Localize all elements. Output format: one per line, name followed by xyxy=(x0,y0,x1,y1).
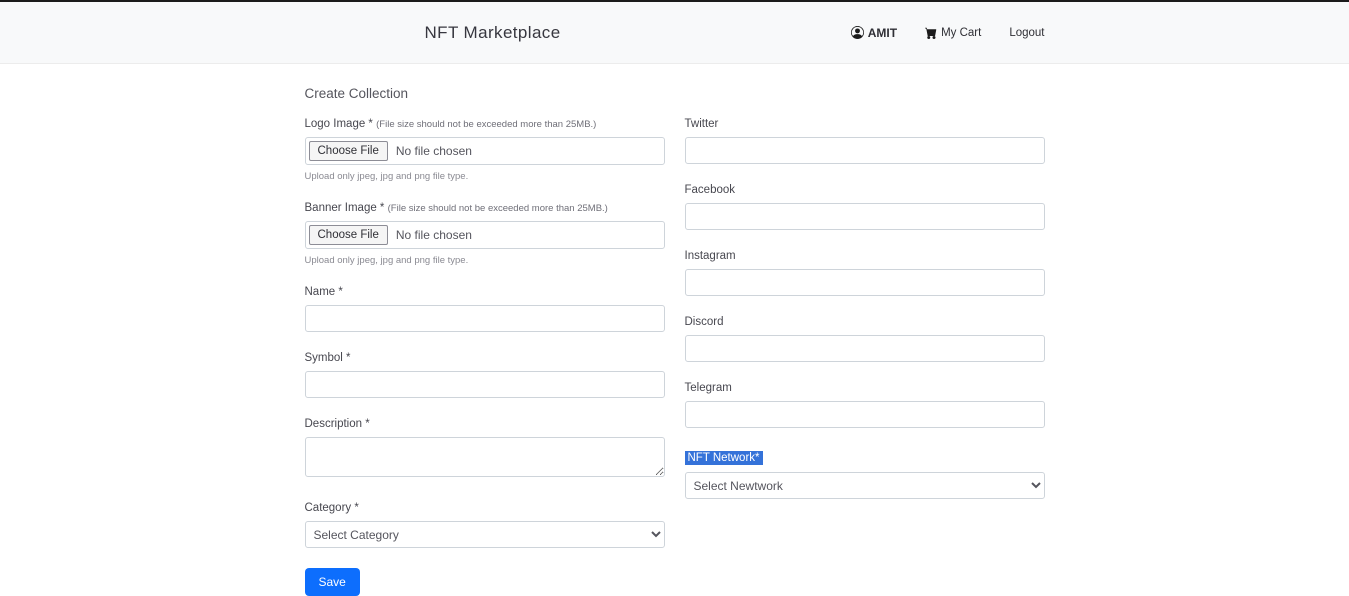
telegram-input[interactable] xyxy=(685,401,1045,428)
logo-image-label-text: Logo Image * xyxy=(305,118,373,130)
facebook-label: Facebook xyxy=(685,184,1045,196)
category-select[interactable]: Select Category xyxy=(305,521,665,548)
logo-filetype-helper: Upload only jpeg, jpg and png file type. xyxy=(305,171,665,182)
nft-network-select[interactable]: Select Newtwork xyxy=(685,472,1045,499)
category-group: Category * Select Category xyxy=(305,502,665,548)
cart-icon xyxy=(925,27,937,39)
description-group: Description * xyxy=(305,418,665,482)
symbol-label: Symbol * xyxy=(305,352,665,364)
person-icon xyxy=(851,26,864,39)
logout-link[interactable]: Logout xyxy=(1009,27,1044,39)
symbol-group: Symbol * xyxy=(305,352,665,398)
logo-image-label: Logo Image * (File size should not be ex… xyxy=(305,118,665,130)
my-cart-link[interactable]: My Cart xyxy=(925,27,981,39)
description-label: Description * xyxy=(305,418,665,430)
twitter-input[interactable] xyxy=(685,137,1045,164)
nft-network-label: NFT Network* xyxy=(685,451,763,465)
facebook-input[interactable] xyxy=(685,203,1045,230)
twitter-group: Twitter xyxy=(685,118,1045,164)
banner-image-label-text: Banner Image * xyxy=(305,202,385,214)
banner-choose-file-button[interactable]: Choose File xyxy=(309,225,388,245)
instagram-label: Instagram xyxy=(685,250,1045,262)
facebook-group: Facebook xyxy=(685,184,1045,230)
save-button[interactable]: Save xyxy=(305,568,360,596)
page-title: Create Collection xyxy=(305,86,1045,101)
user-name: AMIT xyxy=(868,26,897,40)
user-menu[interactable]: AMIT xyxy=(851,26,897,40)
twitter-label: Twitter xyxy=(685,118,1045,130)
instagram-group: Instagram xyxy=(685,250,1045,296)
header-nav: AMIT My Cart Logout xyxy=(851,26,1045,40)
nft-network-group: NFT Network* Select Newtwork xyxy=(685,448,1045,499)
discord-input[interactable] xyxy=(685,335,1045,362)
logo-image-group: Logo Image * (File size should not be ex… xyxy=(305,118,665,182)
symbol-input[interactable] xyxy=(305,371,665,398)
form-left-column: Logo Image * (File size should not be ex… xyxy=(305,118,665,596)
description-textarea[interactable] xyxy=(305,437,665,477)
brand-title[interactable]: NFT Marketplace xyxy=(425,23,561,43)
discord-label: Discord xyxy=(685,316,1045,328)
banner-filetype-helper: Upload only jpeg, jpg and png file type. xyxy=(305,255,665,266)
my-cart-label: My Cart xyxy=(941,27,981,39)
logout-label: Logout xyxy=(1009,27,1044,39)
name-label: Name * xyxy=(305,286,665,298)
logo-file-status: No file chosen xyxy=(396,144,472,158)
create-collection-form: Logo Image * (File size should not be ex… xyxy=(305,118,1045,596)
discord-group: Discord xyxy=(685,316,1045,362)
name-group: Name * xyxy=(305,286,665,332)
form-right-column: Twitter Facebook Instagram Discord Teleg… xyxy=(685,118,1045,519)
category-label: Category * xyxy=(305,502,665,514)
banner-image-size-hint: (File size should not be exceeded more t… xyxy=(388,203,608,214)
banner-image-label: Banner Image * (File size should not be … xyxy=(305,202,665,214)
telegram-group: Telegram xyxy=(685,382,1045,428)
telegram-label: Telegram xyxy=(685,382,1045,394)
logo-choose-file-button[interactable]: Choose File xyxy=(309,141,388,161)
header-inner: NFT Marketplace AMIT My Cart xyxy=(305,2,1045,63)
banner-file-input[interactable]: Choose File No file chosen xyxy=(305,221,665,249)
name-input[interactable] xyxy=(305,305,665,332)
logo-image-size-hint: (File size should not be exceeded more t… xyxy=(376,119,596,130)
logo-file-input[interactable]: Choose File No file chosen xyxy=(305,137,665,165)
banner-image-group: Banner Image * (File size should not be … xyxy=(305,202,665,266)
header: NFT Marketplace AMIT My Cart xyxy=(0,0,1349,64)
banner-file-status: No file chosen xyxy=(396,228,472,242)
create-collection-page: Create Collection Logo Image * (File siz… xyxy=(305,64,1045,596)
instagram-input[interactable] xyxy=(685,269,1045,296)
